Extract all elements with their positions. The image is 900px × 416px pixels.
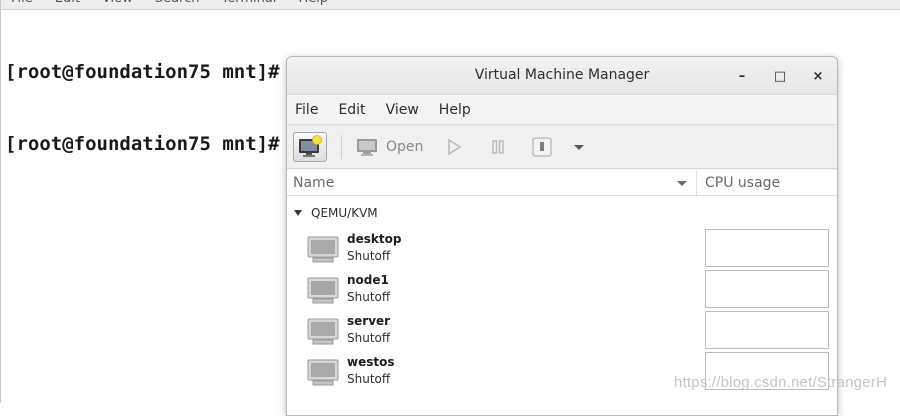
connection-row[interactable]: QEMU/KVM — [287, 198, 837, 228]
play-icon — [448, 138, 462, 155]
cpu-usage-graph — [705, 270, 829, 308]
cpu-usage-graph — [705, 311, 829, 349]
chevron-down-icon — [677, 180, 687, 186]
vm-status: Shutoff — [347, 372, 391, 386]
menu-help[interactable]: Help — [439, 102, 471, 118]
minimize-icon: – — [738, 68, 746, 84]
menu-file[interactable]: File — [295, 102, 318, 118]
monitor-star-icon — [299, 134, 322, 157]
monitor-icon — [307, 359, 339, 386]
chevron-down-icon — [574, 144, 585, 150]
column-name-label: Name — [293, 174, 335, 191]
list-item[interactable]: node1 Shutoff — [287, 269, 837, 310]
vm-name: desktop — [347, 232, 402, 246]
shutdown-button[interactable] — [531, 137, 553, 157]
vm-name: node1 — [347, 273, 389, 287]
column-cpu-label: CPU usage — [705, 174, 781, 191]
vm-list-header: Name CPU usage — [287, 170, 837, 196]
vm-name: server — [347, 314, 391, 328]
monitor-icon — [307, 318, 339, 345]
close-button[interactable]: × — [807, 65, 829, 87]
list-item[interactable]: desktop Shutoff — [287, 228, 837, 269]
connection-label: QEMU/KVM — [311, 206, 378, 220]
new-vm-button[interactable] — [293, 131, 327, 162]
maximize-button[interactable]: □ — [769, 65, 791, 87]
power-icon — [532, 137, 552, 156]
terminal-menu-edit[interactable]: Edit — [55, 0, 80, 9]
open-button[interactable]: Open — [356, 137, 423, 157]
vm-name: westos — [347, 355, 395, 369]
virt-manager-window[interactable]: Virtual Machine Manager – □ × File Edit … — [286, 56, 838, 416]
column-header-cpu[interactable]: CPU usage — [697, 170, 837, 195]
vm-status: Shutoff — [347, 290, 391, 304]
pause-icon — [492, 139, 505, 154]
vm-status: Shutoff — [347, 249, 391, 263]
terminal-menu-terminal[interactable]: Terminal — [221, 0, 276, 9]
watermark-text: https://blog.csdn.net/StrangerH — [674, 374, 887, 391]
expander-icon[interactable] — [293, 209, 303, 217]
monitor-icon — [307, 277, 339, 304]
shutdown-menu-button[interactable] — [573, 142, 585, 152]
monitor-icon — [357, 138, 377, 156]
cpu-usage-graph — [705, 229, 829, 267]
vmm-menubar: File Edit View Help — [287, 95, 837, 125]
maximize-icon: □ — [773, 68, 787, 84]
terminal-menu-view[interactable]: View — [102, 0, 133, 9]
open-button-label: Open — [386, 138, 424, 155]
toolbar-separator — [341, 134, 342, 159]
vm-status: Shutoff — [347, 331, 391, 345]
list-item[interactable]: server Shutoff — [287, 310, 837, 351]
pause-button[interactable] — [489, 138, 507, 156]
vmm-toolbar: Open — [287, 125, 837, 169]
terminal-menu-help[interactable]: Help — [298, 0, 328, 9]
terminal-menu-search[interactable]: Search — [155, 0, 200, 9]
close-icon: × — [812, 68, 824, 84]
window-titlebar[interactable]: Virtual Machine Manager – □ × — [287, 57, 837, 95]
terminal-menubar: File Edit View Search Terminal Help — [1, 0, 900, 10]
terminal-prompt: [root@foundation75 mnt]# — [5, 61, 280, 83]
terminal-prompt: [root@foundation75 mnt]# — [5, 133, 280, 155]
menu-edit[interactable]: Edit — [338, 102, 365, 118]
monitor-icon — [307, 236, 339, 263]
terminal-menu-file[interactable]: File — [11, 0, 33, 9]
minimize-button[interactable]: – — [731, 65, 753, 87]
column-header-name[interactable]: Name — [287, 170, 697, 195]
run-button[interactable] — [445, 138, 463, 156]
menu-view[interactable]: View — [386, 102, 419, 118]
window-title: Virtual Machine Manager — [474, 67, 650, 83]
